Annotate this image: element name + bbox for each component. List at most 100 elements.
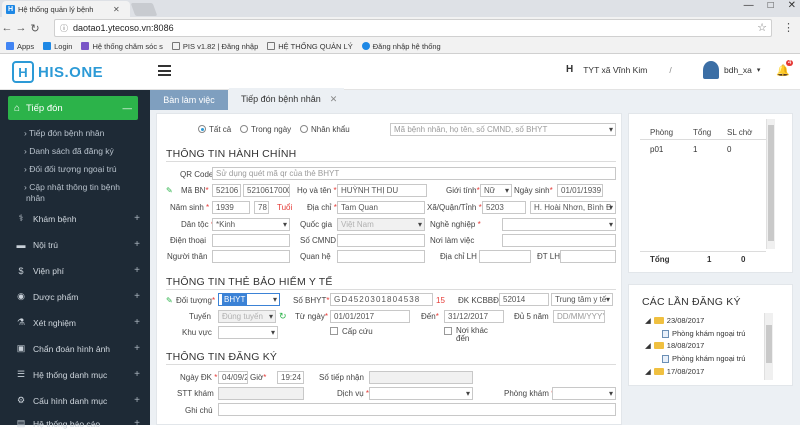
sidebar-item-catalog[interactable]: ☰ Hệ thống danh mục + xyxy=(16,369,140,380)
patient-search-select[interactable]: Mã bệnh nhân, họ tên, số CMND, số BHYT xyxy=(390,123,616,136)
mabn-input-2[interactable]: 5210617000 xyxy=(243,184,290,197)
sidebar-item-examination[interactable]: ⚕ Khám bệnh + xyxy=(16,213,140,224)
insurance-number-input[interactable]: GD4520301804538 xyxy=(330,293,433,306)
url-text: daotao1.ytecoso.vn:8086 xyxy=(73,23,174,33)
bookmark-pis[interactable]: PIS v1.82 | Đăng nhập xyxy=(171,42,258,51)
country-select[interactable]: Việt Nam xyxy=(337,218,425,231)
fullname-input[interactable]: HUỲNH THỊ DU xyxy=(337,184,427,197)
tab-patient-reception[interactable]: Tiếp đón bệnh nhân ✕ xyxy=(229,88,344,110)
birthyear-input[interactable]: 1939 xyxy=(212,201,250,214)
sidebar-sub-reception[interactable]: › Tiếp đón bệnh nhân xyxy=(24,128,104,138)
close-window-icon[interactable]: ✕ xyxy=(788,0,796,11)
bookmark-login[interactable]: Login xyxy=(43,42,72,51)
waiting-col-header: SL chờ xyxy=(727,128,753,137)
mabn-input-1[interactable]: 52106 xyxy=(212,184,241,197)
gender-select[interactable]: Nữ xyxy=(480,184,512,197)
forward-icon[interactable]: → xyxy=(14,22,28,34)
contact-phone-input[interactable] xyxy=(560,250,616,263)
reload-icon[interactable]: ↻ xyxy=(28,22,42,35)
sidebar-sub-registered-list[interactable]: › Danh sách đã đăng ký xyxy=(24,146,114,156)
tab-close-icon[interactable]: ✕ xyxy=(330,94,338,105)
sidebar-item-reports[interactable]: ▤ Hệ thống báo cáo + xyxy=(16,418,140,429)
room-table-scrollbar[interactable] xyxy=(766,119,775,249)
sidebar-item-lab[interactable]: ⚗ Xét nghiệm + xyxy=(16,317,140,328)
country-label: Quốc gia xyxy=(300,220,333,229)
bookmark-apps[interactable]: Apps xyxy=(6,42,34,51)
note-input[interactable] xyxy=(218,403,616,416)
queue-number-input[interactable] xyxy=(218,387,304,400)
bookmark-care-system[interactable]: Hệ thống chăm sóc s xyxy=(81,42,163,51)
ethnicity-select[interactable]: *Kinh xyxy=(212,218,290,231)
app-logo[interactable]: H HIS.ONE xyxy=(12,61,103,83)
facility-code-input[interactable]: 52014 xyxy=(499,293,549,306)
tab-close-icon[interactable]: ✕ xyxy=(113,5,120,14)
user-menu[interactable]: bdh_xa ▾ xyxy=(703,61,760,79)
from-date-input[interactable]: 01/01/2017 xyxy=(330,310,410,323)
bookmark-star-icon[interactable]: ☆ xyxy=(757,21,767,34)
bookmark-login-system[interactable]: Đăng nhập hệ thống xyxy=(361,42,441,51)
refresh-icon[interactable]: ↻ xyxy=(279,311,287,322)
clinic-select[interactable] xyxy=(552,387,616,400)
filter-staff-radio[interactable] xyxy=(300,125,308,133)
scrollbar-thumb[interactable] xyxy=(768,125,774,241)
object-label: Đối tượng* xyxy=(176,296,216,305)
register-time-input[interactable]: 19:24 xyxy=(277,371,304,384)
relation-input[interactable] xyxy=(337,250,425,263)
bookmark-management[interactable]: HỆ THỐNG QUẢN LÝ xyxy=(267,42,353,51)
visit-room-node[interactable]: Phòng khám ngoại trú xyxy=(662,354,745,363)
url-input[interactable]: ⓘ daotao1.ytecoso.vn:8086 ☆ xyxy=(54,19,772,37)
relative-input[interactable] xyxy=(212,250,290,263)
five-years-input[interactable]: DD/MM/YYYY xyxy=(553,310,605,323)
sidebar-item-inpatient[interactable]: ▬ Nội trú + xyxy=(16,239,141,250)
notification-bell-icon[interactable]: 🔔 xyxy=(776,64,790,78)
id-card-input[interactable] xyxy=(337,234,425,247)
phone-input[interactable] xyxy=(212,234,290,247)
browser-menu-icon[interactable]: ⋮ xyxy=(783,21,794,34)
emergency-checkbox[interactable] xyxy=(330,327,338,335)
service-select[interactable] xyxy=(369,387,473,400)
ward-select[interactable]: H. Hoài Nhơn, Bình Đ xyxy=(530,201,616,214)
ward-label: Xã/Quận/Tỉnh * xyxy=(427,203,482,212)
minimize-icon[interactable]: — xyxy=(744,0,754,11)
new-tab-button[interactable] xyxy=(130,3,158,16)
flask-icon: ⚗ xyxy=(16,317,26,327)
visit-date-node[interactable]: ◢ 17/08/2017 xyxy=(645,367,704,376)
sidebar-item-pharmacy[interactable]: ◉ Dược phẩm + xyxy=(16,291,140,302)
tab-workspace[interactable]: Bàn làm việc xyxy=(150,90,228,110)
route-select[interactable]: Đúng tuyến xyxy=(218,310,276,323)
filter-all-radio[interactable] xyxy=(198,125,206,133)
age-input[interactable]: 78 xyxy=(254,201,269,214)
ward-code-input[interactable]: 5203 xyxy=(482,201,526,214)
to-date-input[interactable]: 31/12/2017 xyxy=(444,310,504,323)
sidebar-item-fees[interactable]: $ Viện phí + xyxy=(16,265,140,276)
sidebar-item-imaging[interactable]: ▣ Chẩn đoán hình ảnh + xyxy=(16,343,140,354)
object-select[interactable]: BHYT xyxy=(218,293,280,306)
sidebar-item-reception[interactable]: ⌂ Tiếp đón — xyxy=(8,96,138,120)
sidebar-sub-update-patient[interactable]: › Cập nhật thông tin bệnh xyxy=(24,182,120,192)
filter-today-radio[interactable] xyxy=(240,125,248,133)
workplace-input[interactable] xyxy=(502,234,616,247)
browser-tab[interactable]: H Hệ thống quản lý bệnh ✕ xyxy=(2,1,130,17)
back-icon[interactable]: ← xyxy=(0,22,14,34)
dob-input[interactable]: 01/01/1939 xyxy=(557,184,603,197)
edit-pencil-icon[interactable]: ✎ xyxy=(166,296,173,305)
visit-date-node[interactable]: ◢ 23/08/2017 xyxy=(645,316,704,325)
register-date-input[interactable]: 04/09/2 xyxy=(218,371,248,384)
occupation-select[interactable] xyxy=(502,218,616,231)
visit-room-node[interactable]: Phòng khám ngoại trú xyxy=(662,329,745,338)
qr-input[interactable]: Sử dụng quét mã qr của thẻ BHYT xyxy=(212,167,616,180)
visit-scrollbar[interactable] xyxy=(764,313,773,380)
visit-date-node[interactable]: ◢ 18/08/2017 xyxy=(645,341,704,350)
address-input[interactable]: Tam Quan xyxy=(337,201,425,214)
sidebar-item-config[interactable]: ⚙ Cấu hình danh mục + xyxy=(16,395,140,406)
facility-select[interactable]: Trung tâm y tế xyxy=(551,293,613,306)
hamburger-menu-icon[interactable] xyxy=(158,65,171,79)
other-place-checkbox[interactable] xyxy=(444,327,452,335)
edit-pencil-icon[interactable]: ✎ xyxy=(166,186,173,195)
sidebar-sub-outpatient[interactable]: › Đối đối tượng ngoại trú xyxy=(24,164,117,174)
area-select[interactable] xyxy=(218,326,278,339)
scrollbar-thumb[interactable] xyxy=(766,325,772,363)
contact-address-input[interactable] xyxy=(479,250,531,263)
receipt-number-input[interactable] xyxy=(369,371,473,384)
maximize-icon[interactable]: □ xyxy=(768,0,774,11)
